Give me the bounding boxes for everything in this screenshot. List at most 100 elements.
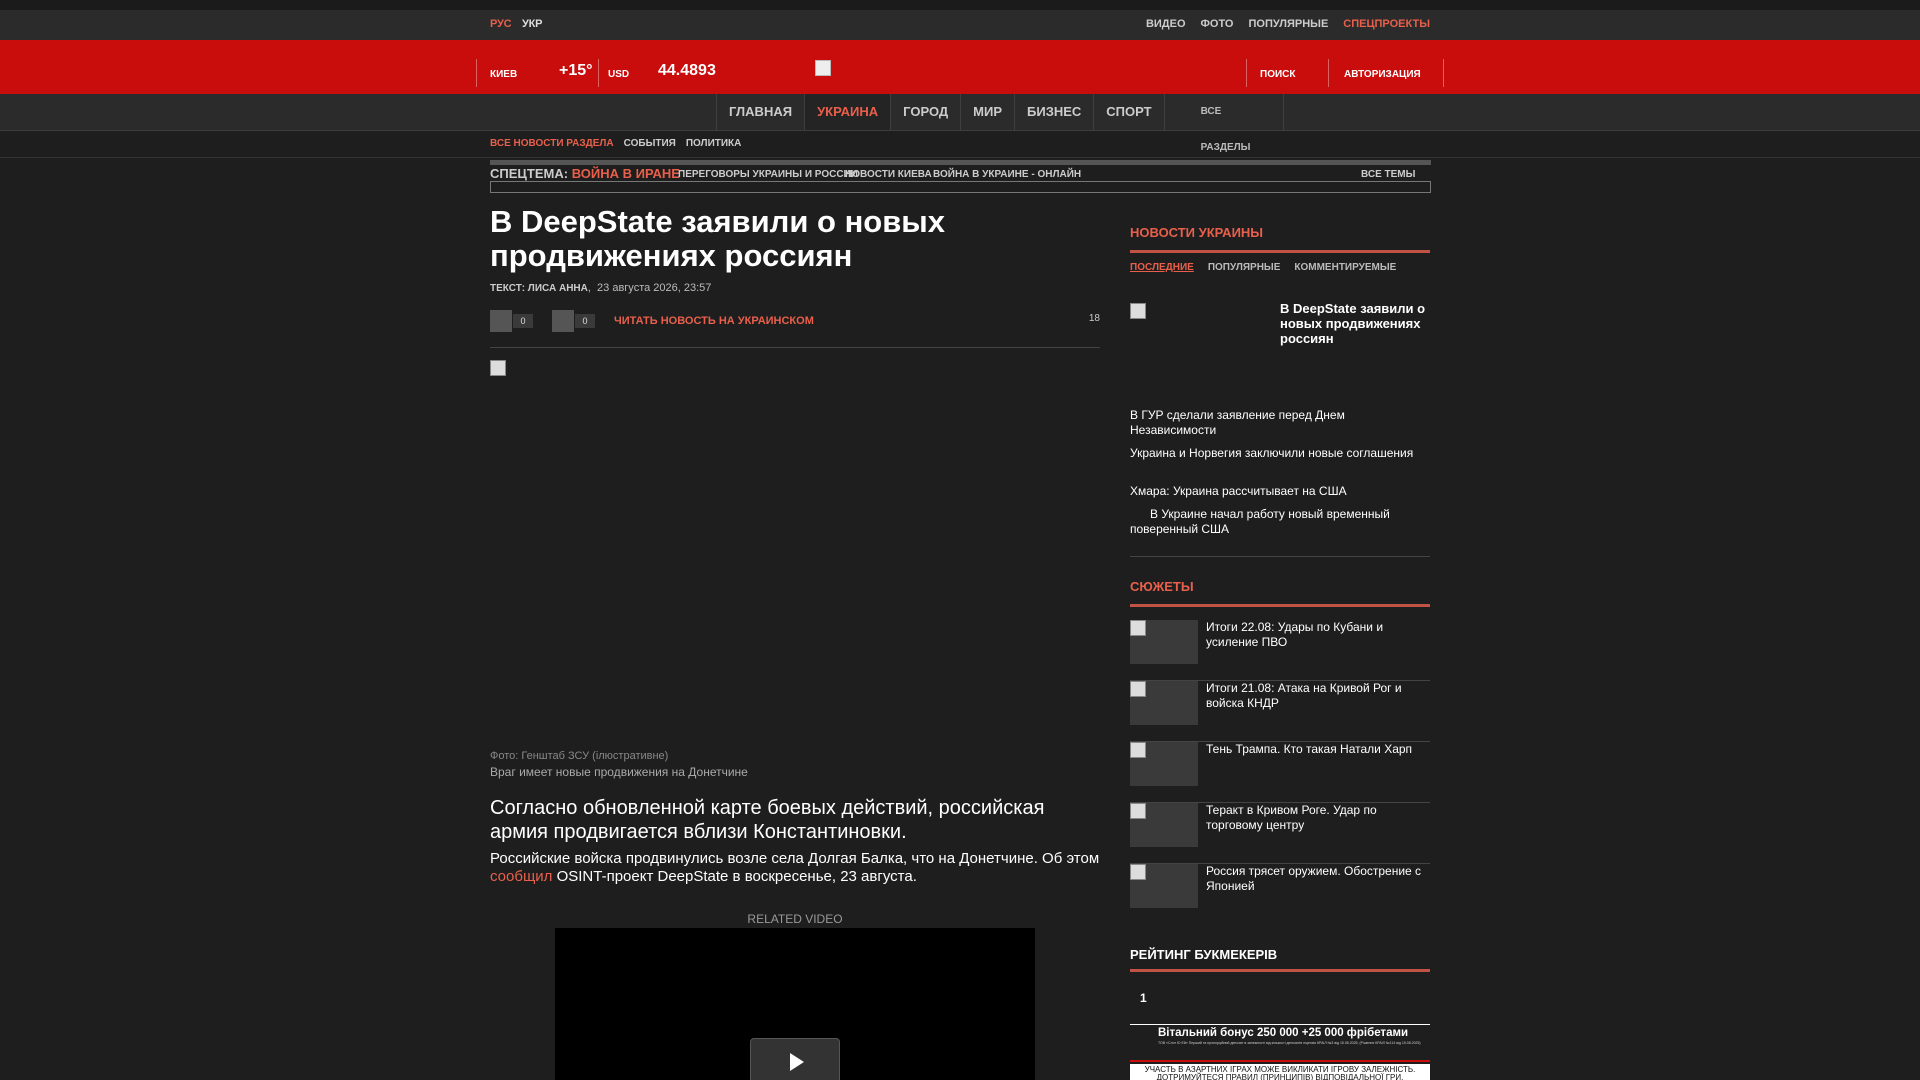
video-player[interactable] <box>555 928 1035 1080</box>
header-red-bar: КИЕВ +15° USD 44.4893 ПОИСК АВТОРИЗАЦИЯ <box>0 40 1920 94</box>
lang-uk-link[interactable]: УКР <box>522 18 542 30</box>
nav-business[interactable]: БИЗНЕС <box>1014 94 1093 130</box>
divider <box>1328 59 1329 87</box>
top-links: ВИДЕО ФОТО ПОПУЛЯРНЫЕ СПЕЦПРОЕКТЫ <box>1146 18 1430 30</box>
bonus-offer[interactable]: Вітальний бонус 250 000 +25 000 фрібетам… <box>1158 1027 1430 1039</box>
story-item[interactable]: Россия трясет оружием. Обострение с Япон… <box>1130 864 1430 925</box>
top-bar: РУС УКР ВИДЕО ФОТО ПОПУЛЯРНЫЕ СПЕЦПРОЕКТ… <box>0 10 1920 40</box>
article-lead: Согласно обновленной карте боевых действ… <box>490 797 1045 843</box>
rating-number: 1 <box>1140 991 1147 1005</box>
subnav-all-news[interactable]: ВСЕ НОВОСТИ РАЗДЕЛА <box>490 138 614 149</box>
nav-world[interactable]: МИР <box>960 94 1014 130</box>
auth-link[interactable]: АВТОРИЗАЦИЯ <box>1344 69 1421 80</box>
top-strip <box>0 0 1920 10</box>
read-in-ukrainian-link[interactable]: ЧИТАТЬ НОВОСТЬ НА УКРАИНСКОМ <box>614 315 814 327</box>
stories-section-title[interactable]: СЮЖЕТЫ <box>1130 579 1194 594</box>
divider <box>1130 1060 1430 1062</box>
search-link[interactable]: ПОИСК <box>1260 69 1295 80</box>
photo-credit: Фото: Генштаб ЗСУ (ілюстративне) <box>490 750 669 762</box>
nav-sport[interactable]: СПОРТ <box>1093 94 1163 130</box>
theme-label-text: СПЕЦТЕМА: <box>490 166 569 181</box>
bonus-terms: ТОВ «Слот Ю Ей» Перший та пропорційний д… <box>1158 1041 1421 1045</box>
theme-link-war-online[interactable]: ВОЙНА В УКРАИНЕ - ОНЛАЙН <box>933 169 1081 180</box>
temperature: +15° <box>559 62 593 79</box>
top-link-video[interactable]: ВИДЕО <box>1146 18 1186 30</box>
related-video-label: RELATED VIDEO <box>747 912 843 926</box>
story-title: Итоги 22.08: Удары по Кубани и усиление … <box>1206 620 1384 649</box>
dislike-button[interactable] <box>552 310 574 332</box>
subnav-events[interactable]: СОБЫТИЯ <box>624 138 676 149</box>
story-thumbnail <box>1130 681 1198 725</box>
para-text-end: OSINT-проект DeepState в воскресенье, 23… <box>552 868 917 885</box>
story-thumbnail <box>1130 742 1198 786</box>
like-count: 0 <box>513 314 533 328</box>
nav-main[interactable]: ГЛАВНАЯ <box>716 94 804 130</box>
nav-city[interactable]: ГОРОД <box>890 94 960 130</box>
news-item[interactable]: В Украине начал работу новый временный п… <box>1130 507 1430 537</box>
comments-count[interactable]: 18 <box>1089 313 1100 324</box>
theme-link-all[interactable]: ВСЕ ТЕМЫ <box>1361 169 1415 180</box>
story-title: Теракт в Кривом Роге. Удар по торговому … <box>1206 803 1377 832</box>
exchange-rate: 44.4893 <box>658 62 716 79</box>
story-title: Россия трясет оружием. Обострение с Япон… <box>1206 864 1422 893</box>
city-label: КИЕВ <box>490 69 518 80</box>
divider <box>1246 59 1247 87</box>
subnav-politics[interactable]: ПОЛИТИКА <box>686 138 742 149</box>
tab-popular[interactable]: ПОПУЛЯРНЫЕ <box>1208 262 1281 273</box>
gambling-warning: УЧАСТЬ В АЗАРТНИХ ІГРАХ МОЖЕ ВИКЛИКАТИ І… <box>1130 1064 1430 1080</box>
tab-commented[interactable]: КОММЕНТИРУЕМЫЕ <box>1294 262 1396 273</box>
like-button[interactable] <box>490 310 512 332</box>
article-paragraph: Российские войска продвинулись возле сел… <box>490 850 1100 886</box>
divider <box>1130 969 1430 972</box>
story-title: Тень Трампа. Кто такая Натали Харп <box>1206 742 1413 756</box>
story-title: Итоги 21.08: Атака на Кривой Рог и войск… <box>1206 681 1402 710</box>
para-text: Российские войска продвинулись возле сел… <box>490 850 1100 867</box>
divider <box>1443 59 1444 87</box>
top-link-photo[interactable]: ФОТО <box>1201 18 1234 30</box>
news-item[interactable]: В ГУР сделали заявление перед Днем Незав… <box>1130 408 1430 438</box>
article: В DeepState заявили о новых продвижениях… <box>490 204 1100 1080</box>
story-thumbnail <box>1130 803 1198 847</box>
divider <box>598 59 599 87</box>
article-author[interactable]: ТЕКСТ: ЛИСА АННА <box>490 283 588 294</box>
article-image <box>490 360 506 376</box>
news-tabs: ПОСЛЕДНИЕ ПОПУЛЯРНЫЕ КОММЕНТИРУЕМЫЕ <box>1130 262 1396 273</box>
divider <box>1130 1024 1430 1025</box>
article-byline: ТЕКСТ: ЛИСА АННА, 23 августа 2026, 23:57 <box>490 282 712 294</box>
story-item[interactable]: Итоги 21.08: Атака на Кривой Рог и войск… <box>1130 681 1430 742</box>
story-thumbnail <box>1130 864 1198 908</box>
news-item[interactable]: Украина и Норвегия заключили новые согла… <box>1130 446 1430 461</box>
nav-ukraine[interactable]: УКРАИНА <box>804 94 891 130</box>
source-link[interactable]: сообщил <box>490 868 552 885</box>
currency-label: USD <box>608 69 630 80</box>
top-link-special[interactable]: СПЕЦПРОЕКТЫ <box>1343 18 1430 30</box>
news-section-title[interactable]: НОВОСТИ УКРАИНЫ <box>1130 225 1263 240</box>
article-title: В DeepState заявили о новых продвижениях… <box>490 204 946 273</box>
special-theme-highlight[interactable]: ВОЙНА В ИРАНЕ <box>572 166 680 181</box>
featured-news-image[interactable] <box>1130 303 1146 319</box>
divider <box>476 59 477 87</box>
theme-link-negotiations[interactable]: ПЕРЕГОВОРЫ УКРАИНЫ И РОССИИ <box>678 169 858 180</box>
story-item[interactable]: Теракт в Кривом Роге. Удар по торговому … <box>1130 803 1430 864</box>
story-item[interactable]: Итоги 22.08: Удары по Кубани и усиление … <box>1130 620 1430 681</box>
lang-ru-link[interactable]: РУС <box>490 18 512 30</box>
story-item[interactable]: Тень Трампа. Кто такая Натали Харп <box>1130 742 1430 803</box>
tab-latest[interactable]: ПОСЛЕДНИЕ <box>1130 262 1194 273</box>
divider <box>1130 250 1430 253</box>
news-item[interactable]: Хмара: Украина рассчитывает на США <box>1130 484 1430 499</box>
divider <box>490 160 1431 165</box>
special-theme-label: СПЕЦТЕМА: ВОЙНА В ИРАНЕ <box>490 166 680 181</box>
top-link-popular[interactable]: ПОПУЛЯРНЫЕ <box>1248 18 1328 30</box>
theme-link-kyiv-news[interactable]: НОВОСТИ КИЕВА <box>845 169 932 180</box>
dislike-count: 0 <box>575 314 595 328</box>
featured-news-title[interactable]: В DeepState заявили о новых продвижениях… <box>1280 301 1430 346</box>
play-button[interactable] <box>750 1038 840 1080</box>
special-themes-bar: СПЕЦТЕМА: ВОЙНА В ИРАНЕ ПЕРЕГОВОРЫ УКРАИ… <box>490 160 1431 193</box>
divider <box>1130 604 1430 607</box>
site-logo[interactable] <box>815 60 831 76</box>
article-date: 23 августа 2026, 23:57 <box>597 282 712 294</box>
themes-box <box>490 181 1431 193</box>
nav-all-sections[interactable]: ВСЕ РАЗДЕЛЫ <box>1163 94 1284 153</box>
photo-caption: Враг имеет новые продвижения на Донетчин… <box>490 765 748 779</box>
sub-nav: ВСЕ НОВОСТИ РАЗДЕЛА СОБЫТИЯ ПОЛИТИКА <box>0 131 1920 158</box>
